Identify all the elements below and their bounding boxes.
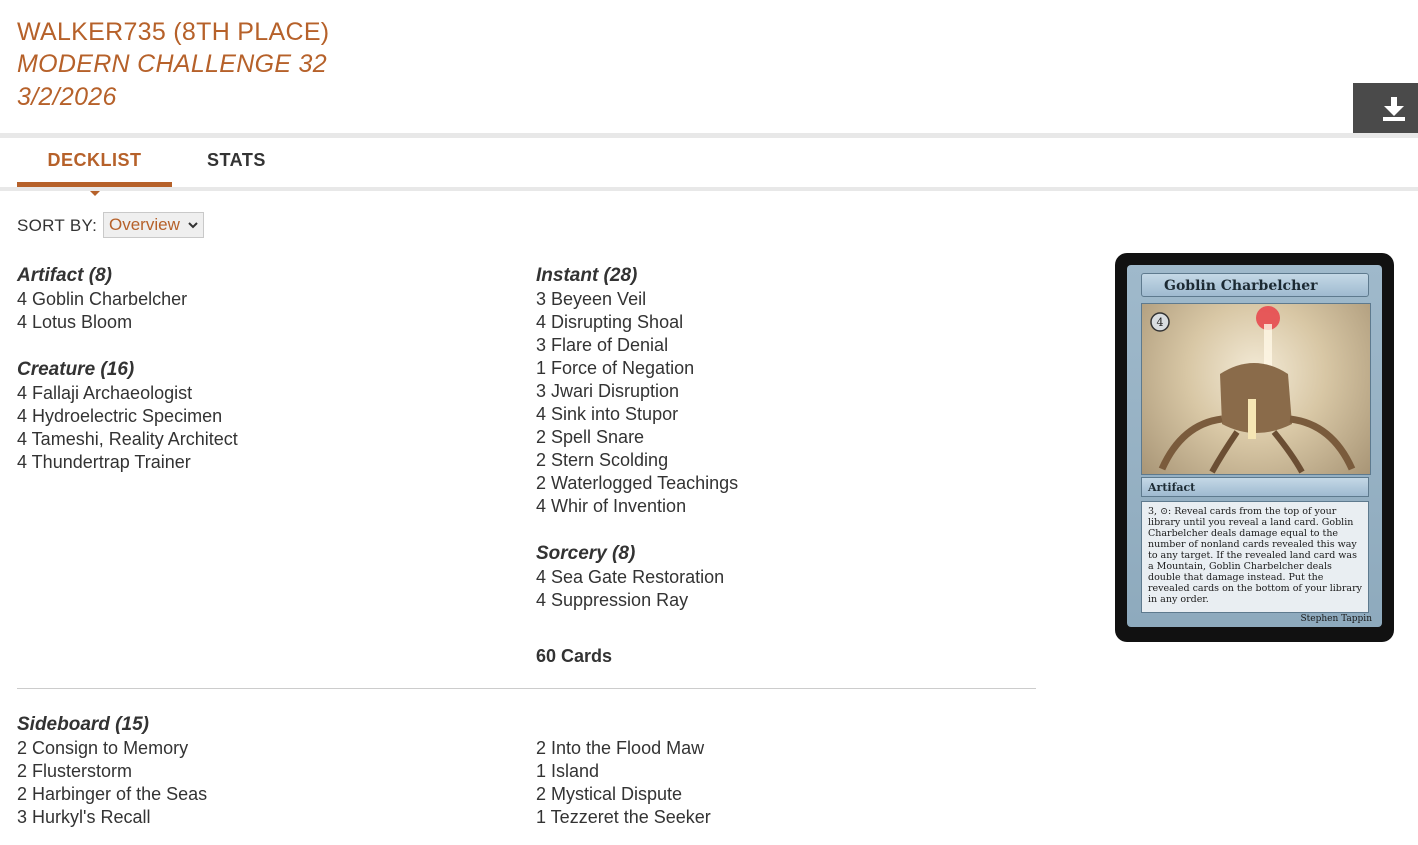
chevron-down-icon [188,222,198,229]
card-group: Creature (16) 4 Fallaji Archaeologist 4 … [17,358,497,474]
card-group: Instant (28) 3 Beyeen Veil 4 Disrupting … [536,264,1016,518]
download-icon [1383,97,1405,121]
card-entry[interactable]: 2 Stern Scolding [536,449,1016,472]
tabs-divider [0,187,1418,191]
group-title-creature: Creature (16) [17,359,135,380]
card-name: Goblin Charbelcher [1141,273,1369,297]
group-title-sorcery: Sorcery (8) [536,543,636,564]
card-entry[interactable]: 3 Jwari Disruption [536,380,1016,403]
event-title: MODERN CHALLENGE 32 [17,50,327,78]
card-group: Artifact (8) 4 Goblin Charbelcher 4 Lotu… [17,264,497,334]
group-title-instant: Instant (28) [536,265,638,286]
card-entry[interactable]: 3 Beyeen Veil [536,288,1016,311]
card-rules-text: 3, ⊙: Reveal cards from the top of your … [1141,501,1369,613]
card-entry[interactable]: 4 Tameshi, Reality Architect [17,428,497,451]
event-date: 3/2/2026 [17,83,117,111]
card-entry[interactable]: 4 Fallaji Archaeologist [17,382,497,405]
sort-value: Overview [109,215,180,234]
player-title: WALKER735 (8TH PLACE) [17,18,330,46]
header-divider [0,133,1418,138]
download-button[interactable] [1353,83,1418,133]
card-face: Goblin Charbelcher 4 Artifact 3, ⊙: Reve… [1127,265,1382,627]
card-preview-image: Goblin Charbelcher 4 Artifact 3, ⊙: Reve… [1115,253,1394,642]
card-entry[interactable]: 4 Thundertrap Trainer [17,451,497,474]
sideboard-right-column: 2 Into the Flood Maw 1 Island 2 Mystical… [536,737,1016,829]
card-entry[interactable]: 4 Hydroelectric Specimen [17,405,497,428]
card-entry[interactable]: 2 Into the Flood Maw [536,737,1016,760]
card-entry[interactable]: 2 Harbinger of the Seas [17,783,497,806]
card-entry[interactable]: 4 Sea Gate Restoration [536,566,1016,589]
maindeck-left-column: Artifact (8) 4 Goblin Charbelcher 4 Lotu… [17,264,497,498]
group-title-sideboard: Sideboard (15) [17,714,149,735]
card-entry[interactable]: 2 Spell Snare [536,426,1016,449]
sideboard-divider [17,688,1036,689]
sort-select[interactable]: Overview [103,212,204,238]
card-entry[interactable]: 1 Tezzeret the Seeker [536,806,1016,829]
maindeck-right-column: Instant (28) 3 Beyeen Veil 4 Disrupting … [536,264,1016,667]
card-entry[interactable]: 1 Force of Negation [536,357,1016,380]
card-entry[interactable]: 4 Disrupting Shoal [536,311,1016,334]
card-entry[interactable]: 2 Mystical Dispute [536,783,1016,806]
card-entry[interactable]: 4 Whir of Invention [536,495,1016,518]
group-title-artifact: Artifact (8) [17,265,113,286]
card-rules: 3, ⊙: Reveal cards from the top of your … [1148,506,1362,605]
tab-decklist[interactable]: DECKLIST [17,150,172,171]
card-entry[interactable]: 2 Waterlogged Teachings [536,472,1016,495]
card-entry[interactable]: 1 Island [536,760,1016,783]
sideboard-left-column: Sideboard (15) 2 Consign to Memory 2 Flu… [17,713,497,829]
card-entry[interactable]: 4 Suppression Ray [536,589,1016,612]
card-entry[interactable]: 2 Consign to Memory [17,737,497,760]
tab-stats[interactable]: STATS [207,150,266,171]
deck-total: 60 Cards [536,646,613,666]
card-entry[interactable]: 4 Lotus Bloom [17,311,497,334]
card-type-line: Artifact [1141,477,1369,497]
card-entry[interactable]: 4 Sink into Stupor [536,403,1016,426]
card-entry[interactable]: 4 Goblin Charbelcher [17,288,497,311]
sort-label: SORT BY: [17,216,98,235]
card-entry[interactable]: 3 Flare of Denial [536,334,1016,357]
card-entry[interactable]: 3 Hurkyl's Recall [17,806,497,829]
charbelcher-art: 4 [1150,306,1356,474]
card-artist: Stephen Tappin [1300,614,1372,624]
card-group: Sorcery (8) 4 Sea Gate Restoration 4 Sup… [536,542,1016,612]
card-entry[interactable]: 2 Flusterstorm [17,760,497,783]
card-art: 4 [1141,303,1371,475]
svg-text:4: 4 [1157,316,1164,329]
